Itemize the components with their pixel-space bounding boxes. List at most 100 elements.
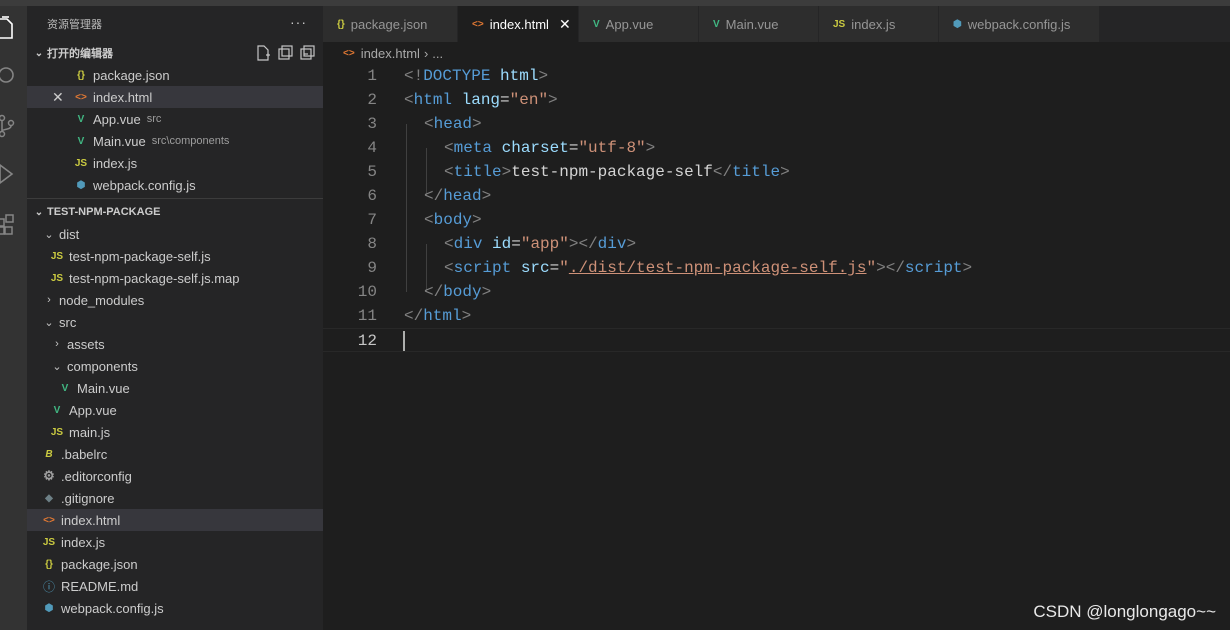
collapse-all-icon[interactable]	[299, 45, 315, 61]
html-file-icon: <>	[43, 514, 55, 526]
open-editor-item[interactable]: ✕ <> index.html	[27, 86, 323, 108]
tree-folder-src[interactable]: ⌄ src	[27, 311, 323, 333]
line-number: 6	[367, 187, 377, 205]
js-file-icon: JS	[50, 272, 64, 284]
open-editor-label: Main.vue	[93, 133, 146, 149]
chevron-down-icon: ⌄	[52, 360, 62, 373]
tree-file[interactable]: JS test-npm-package-self.js.map	[27, 267, 323, 289]
src-link[interactable]: ./dist/test-npm-package-self.js	[569, 259, 867, 277]
token: ></	[568, 235, 598, 253]
extensions-icon[interactable]	[0, 208, 27, 236]
code-editor[interactable]: 1 <!DOCTYPE html> 2 <html lang="en"> 3 <…	[323, 64, 1230, 630]
text-cursor	[403, 331, 405, 351]
tree-file[interactable]: {} package.json	[27, 553, 323, 575]
html-file-icon: <>	[343, 47, 355, 59]
tab-index-js[interactable]: JS index.js	[819, 6, 939, 42]
open-editor-item[interactable]: V Main.vue src\components	[27, 130, 323, 152]
token: >	[501, 163, 512, 181]
tree-file[interactable]: ◆ .gitignore	[27, 487, 323, 509]
token: >	[548, 91, 558, 109]
token: div	[597, 235, 627, 253]
more-actions-button[interactable]: ···	[290, 14, 307, 30]
code-line: 6 </head>	[323, 184, 1230, 208]
token: title	[732, 163, 781, 181]
tab-main-vue[interactable]: V Main.vue	[699, 6, 819, 42]
tab-package-json[interactable]: {} package.json	[323, 6, 458, 42]
tree-file[interactable]: JS main.js	[27, 421, 323, 443]
open-editor-item[interactable]: ⬢ webpack.config.js	[27, 174, 323, 196]
token: <	[444, 139, 454, 157]
tab-app-vue[interactable]: V App.vue	[579, 6, 699, 42]
tree-folder-dist[interactable]: ⌄ dist	[27, 223, 323, 245]
token: title	[453, 163, 502, 181]
sidebar-title: 资源管理器	[47, 19, 102, 31]
open-editor-label: package.json	[93, 67, 170, 83]
open-editor-item[interactable]: V App.vue src	[27, 108, 323, 130]
html-file-icon: <>	[472, 18, 484, 30]
source-control-icon[interactable]	[0, 112, 27, 140]
token: body	[433, 211, 473, 229]
search-icon[interactable]	[0, 62, 27, 90]
json-file-icon: {}	[337, 18, 345, 30]
save-all-icon[interactable]	[277, 45, 293, 61]
token: <	[404, 91, 414, 109]
token: >	[962, 259, 973, 277]
tree-item-label: node_modules	[59, 292, 145, 308]
token: >	[645, 139, 656, 157]
tree-folder-components[interactable]: ⌄ components	[27, 355, 323, 377]
tree-file[interactable]: V App.vue	[27, 399, 323, 421]
project-folder-header[interactable]: ⌄ TEST-NPM-PACKAGE	[27, 201, 323, 223]
vue-file-icon: V	[61, 382, 69, 394]
tree-folder-node-modules[interactable]: › node_modules	[27, 289, 323, 311]
chevron-down-icon: ⌄	[44, 228, 54, 241]
open-editor-item[interactable]: {} package.json	[27, 64, 323, 86]
vue-file-icon: V	[77, 135, 85, 147]
run-debug-icon[interactable]	[0, 160, 27, 188]
line-number: 5	[367, 163, 377, 181]
code-text: <html lang="en">	[404, 88, 558, 112]
tree-file[interactable]: ⚙ .editorconfig	[27, 465, 323, 487]
tree-file[interactable]: <> index.html	[27, 509, 323, 531]
new-file-icon[interactable]	[255, 45, 271, 61]
close-icon[interactable]: ✕	[559, 16, 571, 33]
token: DOCTYPE	[423, 67, 491, 85]
breadcrumb-file[interactable]: index.html	[361, 46, 420, 61]
tab-label: App.vue	[605, 16, 654, 32]
code-text: </html>	[404, 304, 471, 328]
tree-folder-assets[interactable]: › assets	[27, 333, 323, 355]
code-line: 8 <div id="app"></div>	[323, 232, 1230, 256]
token: <	[424, 211, 434, 229]
git-file-icon: ◆	[45, 492, 53, 504]
token: "utf-8"	[578, 139, 646, 157]
breadcrumb: <> index.html › ...	[323, 42, 1230, 64]
token: </	[424, 187, 444, 205]
open-editor-item[interactable]: JS index.js	[27, 152, 323, 174]
close-icon[interactable]: ✕	[52, 89, 64, 106]
html-file-icon: <>	[75, 91, 87, 103]
editor-tab-bar: {} package.json <> index.html ✕ V App.vu…	[323, 6, 1230, 42]
tree-file[interactable]: JS index.js	[27, 531, 323, 553]
token: "app"	[520, 235, 569, 253]
explorer-icon[interactable]	[0, 14, 27, 42]
open-editors-header[interactable]: ⌄ 打开的编辑器	[27, 42, 323, 64]
line-number: 1	[367, 67, 377, 85]
token: script	[453, 259, 512, 277]
code-text: <head>	[424, 112, 482, 136]
tree-file[interactable]: ⓘ README.md	[27, 575, 323, 597]
token: meta	[453, 139, 493, 157]
tab-index-html[interactable]: <> index.html ✕	[458, 6, 579, 42]
open-editor-label: index.js	[93, 155, 138, 171]
chevron-down-icon: ⌄	[44, 316, 54, 329]
token: >	[472, 211, 482, 229]
babel-file-icon: B	[45, 448, 53, 460]
tree-file[interactable]: ⬢ webpack.config.js	[27, 597, 323, 619]
open-editor-label: webpack.config.js	[93, 177, 196, 193]
token: <	[424, 115, 434, 133]
tree-file[interactable]: V Main.vue	[27, 377, 323, 399]
line-number: 9	[367, 259, 377, 277]
tree-file[interactable]: JS test-npm-package-self.js	[27, 245, 323, 267]
open-editors-title: 打开的编辑器	[47, 48, 113, 60]
tree-file[interactable]: B .babelrc	[27, 443, 323, 465]
breadcrumb-rest[interactable]: ...	[432, 46, 443, 61]
tab-webpack-config[interactable]: ⬢ webpack.config.js	[939, 6, 1100, 42]
